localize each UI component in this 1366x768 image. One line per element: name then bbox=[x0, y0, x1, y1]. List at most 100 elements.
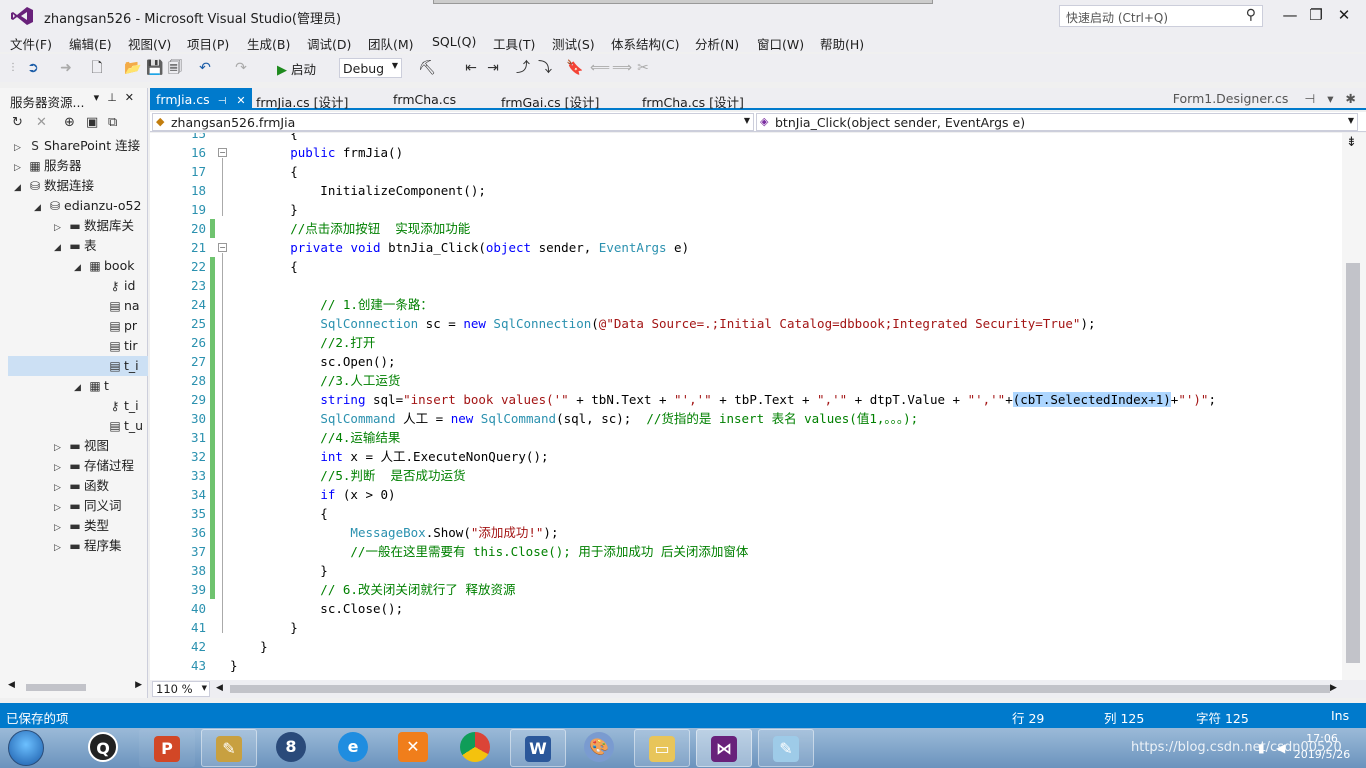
explorer-horizontal-scrollbar[interactable]: ◀ ▶ bbox=[8, 680, 142, 694]
qq-icon[interactable]: Q bbox=[88, 732, 118, 762]
menu-build[interactable]: 生成(B) bbox=[247, 34, 290, 53]
uncomment-icon[interactable]: ⤵ bbox=[536, 59, 554, 77]
tree-node-column-selected[interactable]: ▤ t_i bbox=[8, 356, 148, 376]
menu-edit[interactable]: 编辑(E) bbox=[69, 34, 112, 53]
taskbar-word[interactable]: W bbox=[510, 729, 566, 767]
split-window-icon[interactable]: ⇟ bbox=[1346, 135, 1357, 150]
tree-node-data-connections[interactable]: ◢ ⛁ 数据连接 bbox=[14, 176, 148, 196]
menu-help[interactable]: 帮助(H) bbox=[820, 34, 864, 53]
menu-view[interactable]: 视图(V) bbox=[128, 34, 171, 53]
tab-frmgai-design[interactable]: frmGai.cs [设计] bbox=[495, 90, 605, 110]
step-over-icon[interactable]: ⇥ bbox=[484, 59, 502, 77]
tab-form1-designer[interactable]: Form1.Designer.cs ⊣ ▾ ✱ bbox=[1173, 91, 1356, 106]
menu-project[interactable]: 项目(P) bbox=[187, 34, 229, 53]
app-8-icon[interactable]: 8 bbox=[276, 732, 306, 762]
tab-frmjia-cs[interactable]: frmJia.cs ⊣ ✕ bbox=[150, 88, 252, 110]
collapse-region-icon[interactable]: − bbox=[218, 243, 227, 252]
text-selection[interactable]: (cbT.SelectedIndex+1) bbox=[1012, 392, 1171, 407]
stop-icon[interactable]: ✕ bbox=[36, 115, 47, 130]
member-dropdown[interactable]: ◈ btnJia_Click(object sender, EventArgs … bbox=[756, 113, 1358, 131]
connect-database-icon[interactable]: ⊕ bbox=[64, 115, 75, 130]
menu-architecture[interactable]: 体系结构(C) bbox=[611, 34, 679, 53]
menu-tools[interactable]: 工具(T) bbox=[493, 34, 535, 53]
start-debugging-button[interactable]: ▶ 启动 bbox=[277, 59, 316, 78]
collapse-region-icon[interactable]: − bbox=[218, 148, 227, 157]
forward-icon[interactable]: ➜ bbox=[58, 59, 74, 77]
tab-frmjia-design[interactable]: frmJia.cs [设计] bbox=[250, 90, 354, 110]
tree-node-stored-procedures[interactable]: ▷ ▬ 存储过程 bbox=[54, 456, 148, 476]
tab-frmcha-design[interactable]: frmCha.cs [设计] bbox=[636, 90, 750, 110]
save-icon[interactable]: 💾 bbox=[146, 59, 163, 77]
open-file-icon[interactable]: 📂 bbox=[124, 59, 142, 77]
tree-node-connection[interactable]: ◢ ⛁ edianzu-o52 bbox=[34, 196, 148, 216]
panel-controls[interactable]: ▾⊥✕ bbox=[94, 91, 142, 104]
taskbar-explorer[interactable]: ▭ bbox=[634, 729, 690, 767]
taskbar-powerpoint[interactable]: P bbox=[139, 729, 195, 767]
editor-vertical-scrollbar[interactable]: ⇟ bbox=[1342, 133, 1366, 680]
menu-team[interactable]: 团队(M) bbox=[368, 34, 414, 53]
comment-icon[interactable]: ⤴ bbox=[514, 59, 532, 77]
settings-icon[interactable]: ✱ bbox=[1346, 91, 1356, 106]
menu-test[interactable]: 测试(S) bbox=[552, 34, 595, 53]
taskbar-notepad[interactable]: ✎ bbox=[758, 729, 814, 767]
tree-node-column[interactable]: ▤ tir bbox=[106, 336, 148, 356]
menu-analyze[interactable]: 分析(N) bbox=[695, 34, 739, 53]
pin-icon[interactable]: ⊣ bbox=[1304, 91, 1315, 106]
tab-list-dropdown-icon[interactable]: ▾ bbox=[1327, 91, 1333, 106]
scrollbar-thumb[interactable] bbox=[26, 684, 86, 691]
tree-node-functions[interactable]: ▷ ▬ 函数 bbox=[54, 476, 148, 496]
tree-node-servers[interactable]: ▷ ▦ 服务器 bbox=[14, 156, 148, 176]
volume-icon[interactable]: ◀ bbox=[1276, 741, 1285, 755]
prev-bookmark-icon[interactable]: ⟸ bbox=[590, 59, 610, 77]
tree-node-synonyms[interactable]: ▷ ▬ 同义词 bbox=[54, 496, 148, 516]
close-tab-icon[interactable]: ✕ bbox=[236, 94, 245, 107]
save-all-icon[interactable]: 🗐 bbox=[166, 59, 184, 77]
new-project-icon[interactable]: 🗋 bbox=[88, 59, 106, 77]
tree-node-column[interactable]: ⚷ t_i bbox=[106, 396, 148, 416]
tree-node-assemblies[interactable]: ▷ ▬ 程序集 bbox=[54, 536, 148, 556]
paint-icon[interactable]: 🎨 bbox=[584, 732, 614, 762]
chrome-icon[interactable] bbox=[460, 732, 490, 762]
tree-node-column[interactable]: ▤ t_u bbox=[106, 416, 148, 436]
restore-button[interactable]: ❐ bbox=[1304, 4, 1328, 26]
windows-start-icon[interactable] bbox=[8, 730, 44, 766]
menu-file[interactable]: 文件(F) bbox=[10, 34, 52, 53]
xampp-icon[interactable]: ✕ bbox=[398, 732, 428, 762]
zoom-select[interactable]: 110 % ▼ bbox=[152, 681, 210, 697]
tree-node-table-book[interactable]: ◢ ▦ book bbox=[74, 256, 148, 276]
pin-icon[interactable]: ⊣ bbox=[218, 96, 227, 107]
code-editor[interactable]: 15 16 17 18 19 20 21 22 23 24 25 26 27 2… bbox=[150, 133, 1342, 680]
minimize-button[interactable]: — bbox=[1278, 4, 1302, 26]
taskbar-tools[interactable]: ✎ bbox=[201, 729, 257, 767]
menu-sql[interactable]: SQL(Q) bbox=[432, 34, 476, 49]
bookmark-icon[interactable]: 🔖 bbox=[566, 59, 583, 77]
undo-icon[interactable]: ↶ bbox=[196, 59, 214, 77]
find-in-files-icon[interactable]: ⛏ bbox=[418, 59, 436, 77]
sharepoint-connect-icon[interactable]: ⧉ bbox=[108, 115, 117, 130]
tree-node-tables[interactable]: ◢ ▬ 表 bbox=[54, 236, 148, 256]
taskbar-visual-studio[interactable]: ⋈ bbox=[696, 729, 752, 767]
tree-node-column[interactable]: ▤ na bbox=[106, 296, 148, 316]
tree-node-sharepoint[interactable]: ▷ S SharePoint 连接 bbox=[14, 136, 148, 156]
horizontal-scrollbar-thumb[interactable] bbox=[230, 685, 1330, 693]
tree-node-diagrams[interactable]: ▷ ▬ 数据库关 bbox=[54, 216, 148, 236]
scroll-left-icon[interactable]: ◀ bbox=[8, 680, 15, 690]
close-button[interactable]: ✕ bbox=[1332, 4, 1356, 26]
clear-bookmarks-icon[interactable]: ✂ bbox=[636, 59, 650, 77]
battery-icon[interactable]: ▮ bbox=[1258, 741, 1265, 755]
tree-node-views[interactable]: ▷ ▬ 视图 bbox=[54, 436, 148, 456]
scroll-right-icon[interactable]: ▶ bbox=[1330, 683, 1337, 693]
back-icon[interactable]: ➲ bbox=[24, 59, 42, 77]
system-clock[interactable]: 17:06 2019/5/26 bbox=[1292, 731, 1352, 763]
tree-node-column[interactable]: ▤ pr bbox=[106, 316, 148, 336]
quick-launch-input[interactable]: 快速启动 (Ctrl+Q) ⚲ bbox=[1059, 5, 1263, 27]
internet-explorer-icon[interactable]: e bbox=[338, 732, 368, 762]
solution-configuration-select[interactable]: Debug ▼ bbox=[339, 58, 402, 78]
tree-node-types[interactable]: ▷ ▬ 类型 bbox=[54, 516, 148, 536]
scrollbar-thumb[interactable] bbox=[1346, 263, 1360, 663]
scroll-right-icon[interactable]: ▶ bbox=[135, 680, 142, 690]
scroll-left-icon[interactable]: ◀ bbox=[216, 683, 223, 693]
connect-server-icon[interactable]: ▣ bbox=[86, 115, 98, 130]
step-into-icon[interactable]: ⇤ bbox=[462, 59, 480, 77]
refresh-icon[interactable]: ↻ bbox=[12, 115, 23, 130]
